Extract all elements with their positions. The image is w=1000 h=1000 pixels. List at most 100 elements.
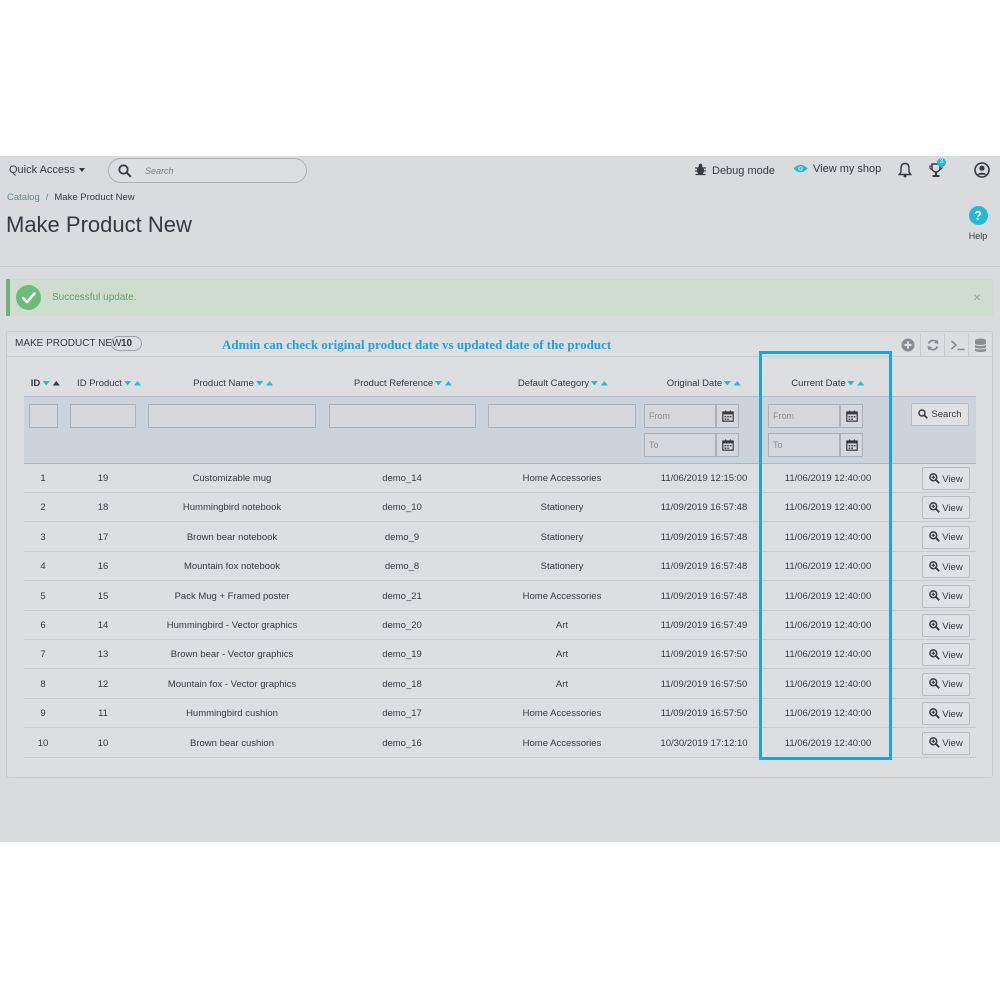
zoom-in-icon (929, 531, 941, 543)
table-row: 10 10 Brown bear cushion demo_16 Home Ac… (24, 729, 976, 758)
notifications-button[interactable] (897, 162, 913, 183)
cell-id-product: 18 (97, 502, 109, 514)
table-row: 1 19 Customizable mug demo_14 Home Acces… (24, 464, 976, 493)
current-date-from-calendar-button[interactable] (840, 404, 863, 428)
view-button[interactable]: View (922, 672, 970, 696)
view-button-label: View (942, 591, 963, 603)
cell-default-category: Stationery (540, 531, 584, 543)
view-button[interactable]: View (922, 731, 970, 755)
cell-id: 3 (40, 531, 46, 543)
calendar-icon (722, 439, 734, 451)
add-new-button[interactable] (896, 334, 920, 356)
cell-id: 9 (40, 708, 46, 720)
cell-id-product: 16 (97, 561, 109, 573)
col-header-product-reference[interactable]: Product Reference (353, 378, 453, 389)
col-header-id[interactable]: ID (31, 378, 60, 389)
col-label-product-reference: Product Reference (353, 378, 434, 389)
zoom-in-icon (929, 590, 941, 601)
col-header-default-category[interactable]: Default Category (518, 378, 609, 389)
breadcrumb-separator: / (45, 192, 49, 203)
original-date-from-input[interactable] (644, 404, 716, 428)
view-button-label: View (942, 502, 963, 514)
cell-product-reference: demo_9 (384, 531, 420, 543)
top-header: Quick Access Debug mode View my shop 3 (0, 156, 1000, 186)
filter-reference-input[interactable] (329, 404, 476, 428)
cell-product-name: Brown bear - Vector graphics (170, 649, 294, 661)
filter-product-name-input[interactable] (148, 404, 316, 428)
alert-close-button[interactable]: × (973, 289, 981, 305)
user-avatar-icon (974, 162, 990, 178)
sort-arrows-icon (435, 381, 453, 386)
view-button-label: View (942, 532, 963, 544)
filter-search-button[interactable]: Search (911, 403, 969, 426)
filter-id-input[interactable] (29, 404, 58, 428)
cell-product-name: Brown bear notebook (186, 531, 278, 543)
col-header-original-date[interactable]: Original Date (667, 378, 742, 389)
col-header-current-date[interactable]: Current Date (791, 378, 865, 389)
view-button[interactable]: View (922, 555, 970, 579)
view-button-label: View (942, 708, 963, 720)
debug-mode-link[interactable]: Debug mode (694, 163, 775, 177)
zoom-in-icon (929, 560, 941, 572)
original-date-to-input[interactable] (644, 433, 716, 457)
view-button[interactable]: View (922, 525, 970, 549)
view-button[interactable]: View (922, 496, 970, 520)
cell-current-date: 11/06/2019 12:40:00 (784, 737, 872, 749)
sort-arrows-icon (123, 381, 141, 386)
current-date-to-calendar-button[interactable] (840, 433, 863, 457)
current-date-to-input[interactable] (768, 433, 840, 457)
filter-id-product-input[interactable] (70, 404, 136, 428)
search-input[interactable] (145, 163, 295, 179)
calendar-icon (722, 410, 734, 422)
eye-icon (793, 164, 808, 173)
notification-count-badge: 3 (937, 158, 946, 167)
cell-id-product: 17 (97, 531, 109, 543)
original-date-to-calendar-button[interactable] (716, 433, 739, 457)
cell-original-date: 11/09/2019 16:57:48 (660, 590, 748, 602)
cell-product-name: Customizable mug (192, 473, 272, 484)
cell-id-product: 10 (97, 737, 109, 749)
cell-default-category: Home Accessories (522, 737, 602, 749)
cell-id: 6 (40, 620, 46, 631)
zoom-in-icon (929, 649, 941, 660)
sql-query-button[interactable] (944, 334, 968, 356)
view-shop-link[interactable]: View my shop (793, 163, 881, 175)
cell-id-product: 14 (97, 620, 109, 631)
cell-default-category: Home Accessories (522, 708, 602, 720)
sort-arrows-icon (255, 381, 273, 386)
help-button[interactable]: ? Help (962, 206, 994, 241)
view-button[interactable]: View (922, 614, 970, 637)
cell-original-date: 11/09/2019 16:57:48 (660, 561, 748, 573)
cell-original-date: 10/30/2019 17:12:10 (660, 737, 748, 749)
view-button[interactable]: View (922, 584, 970, 608)
view-button[interactable]: View (922, 702, 970, 726)
view-button[interactable]: View (922, 467, 970, 490)
search-icon (118, 164, 132, 178)
annotation-text: Admin can check original product date vs… (222, 337, 612, 352)
success-alert: Successful update. × (6, 279, 993, 316)
col-header-product-name[interactable]: Product Name (193, 378, 273, 389)
cell-default-category: Art (555, 678, 569, 690)
breadcrumb-catalog[interactable]: Catalog (7, 192, 40, 203)
cell-current-date: 11/06/2019 12:40:00 (784, 561, 872, 573)
cell-default-category: Art (555, 649, 569, 661)
filter-category-input[interactable] (488, 404, 636, 428)
record-count-badge: 10 (111, 336, 142, 351)
refresh-list-button[interactable] (920, 334, 944, 356)
col-header-id-product[interactable]: ID Product (77, 378, 141, 389)
check-circle-icon (16, 285, 41, 310)
col-label-id-product: ID Product (77, 378, 122, 389)
view-button[interactable]: View (922, 643, 970, 667)
cell-default-category: Art (555, 620, 569, 631)
user-menu-button[interactable] (974, 162, 990, 183)
header-search[interactable] (108, 158, 307, 183)
view-button-label: View (942, 649, 963, 661)
original-date-from-calendar-button[interactable] (716, 404, 739, 428)
search-button-label: Search (931, 409, 962, 420)
current-date-from-input[interactable] (768, 404, 840, 428)
cell-current-date: 11/06/2019 12:40:00 (784, 531, 872, 543)
product-list-panel: MAKE PRODUCT NEW 10 Admin can check orig… (6, 331, 993, 778)
trophy-button[interactable]: 3 (929, 158, 946, 183)
export-sql-manager-button[interactable] (968, 334, 992, 356)
quick-access-dropdown[interactable]: Quick Access (9, 164, 86, 176)
